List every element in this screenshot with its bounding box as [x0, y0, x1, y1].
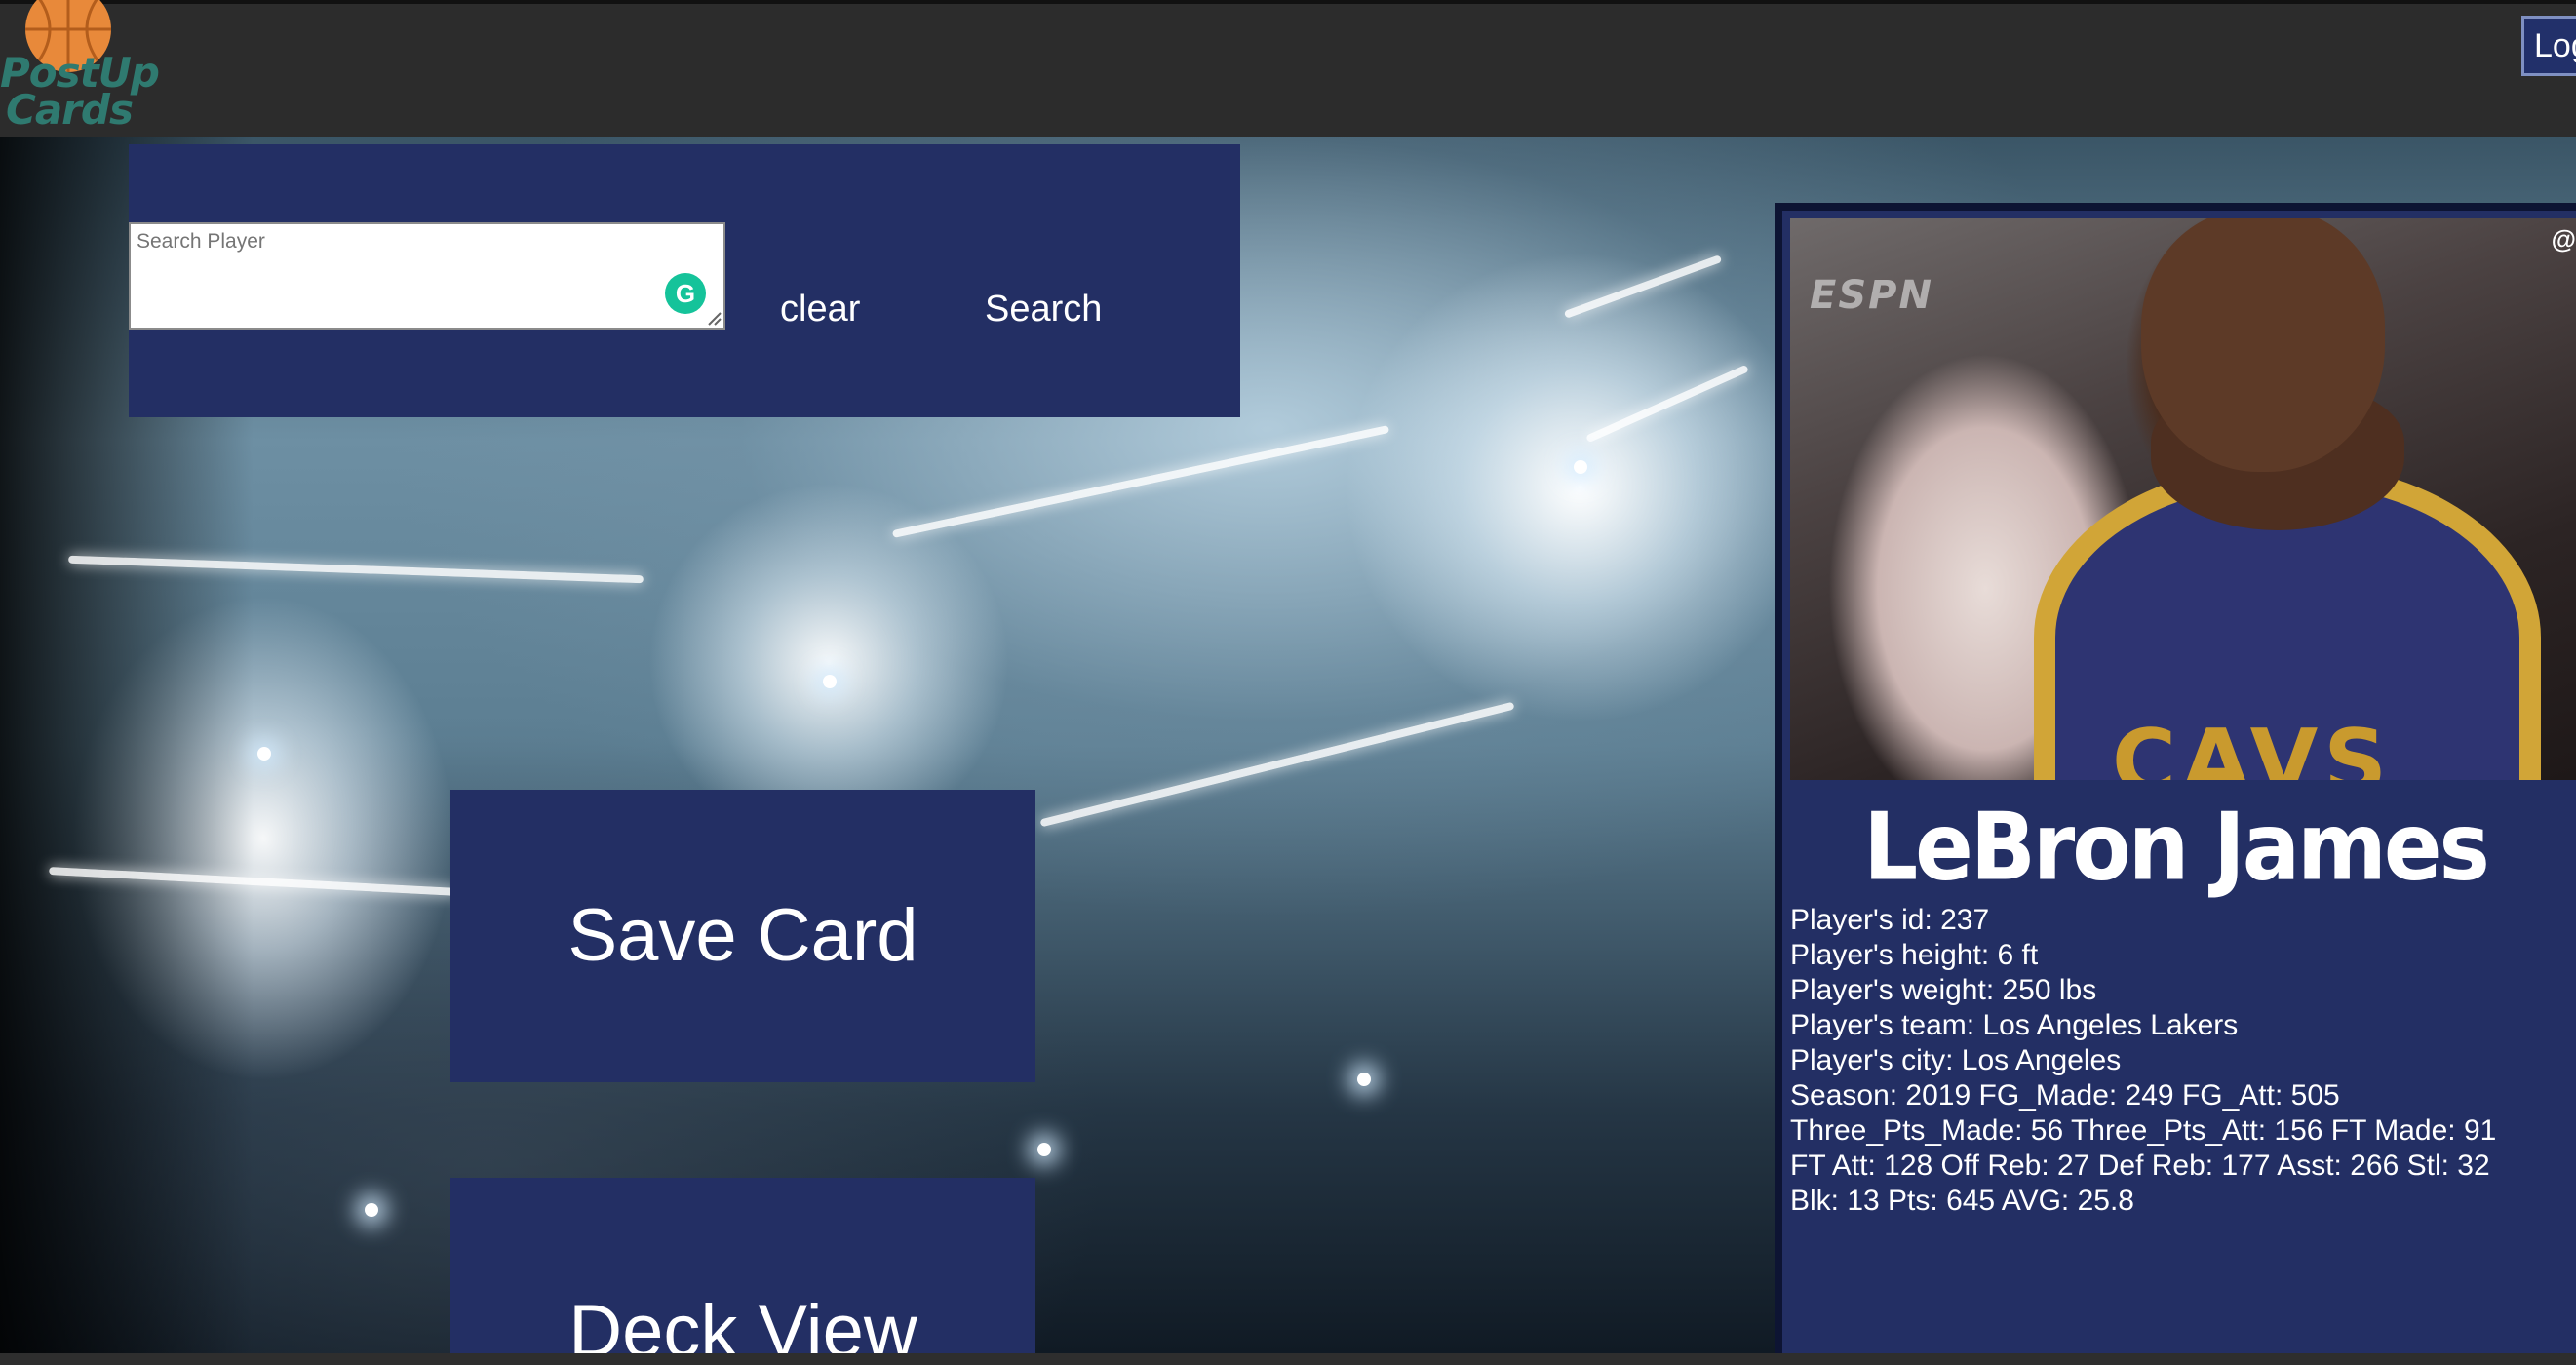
photo-head: [2141, 218, 2385, 472]
stat-line: Player's team: Los Angeles Lakers: [1790, 1009, 2239, 1041]
stat-line: Player's id: 237: [1790, 904, 1990, 936]
player-photo: CAVS ESPN @: [1790, 218, 2576, 780]
photo-watermark: @: [2551, 224, 2576, 254]
light-flare: [1037, 1143, 1051, 1156]
logo-line-2: Cards: [6, 86, 134, 134]
stat-line: Player's city: Los Angeles: [1790, 1044, 2122, 1076]
light-beam: [1585, 364, 1749, 444]
stat-line: Three_Pts_Made: 56 Three_Pts_Att: 156 FT…: [1790, 1114, 2497, 1147]
light-beam: [891, 425, 1390, 538]
save-card-button[interactable]: Save Card: [450, 790, 1035, 1082]
light-flare: [365, 1203, 378, 1217]
stat-line: Player's weight: 250 lbs: [1790, 974, 2097, 1006]
photo-jersey-lettering: CAVS: [2112, 711, 2394, 780]
login-button[interactable]: Log: [2521, 16, 2576, 76]
light-beam: [1039, 701, 1515, 828]
player-card: CAVS ESPN @ LeBron James Player's id: 23…: [1775, 203, 2576, 1365]
top-nav-bar: PostUp Cards Log: [0, 0, 2576, 136]
window-bottom-edge: [0, 1353, 2576, 1365]
light-flare: [1357, 1072, 1371, 1086]
stat-line: FT Att: 128 Off Reb: 27 Def Reb: 177 Ass…: [1790, 1150, 2490, 1182]
logo-wordmark: PostUp Cards: [0, 53, 160, 134]
search-panel: G clear Search: [129, 144, 1240, 417]
clear-button[interactable]: clear: [780, 289, 860, 331]
stat-line: Player's height: 6 ft: [1790, 939, 2039, 971]
player-stats: Player's id: 237 Player's height: 6 ft P…: [1790, 903, 2576, 1219]
search-player-input[interactable]: [129, 222, 725, 330]
stat-line: Season: 2019 FG_Made: 249 FG_Att: 505: [1790, 1079, 2340, 1112]
search-button[interactable]: Search: [985, 289, 1102, 331]
grammarly-icon[interactable]: G: [665, 273, 706, 314]
light-flare: [823, 675, 837, 688]
player-name: LeBron James: [1863, 792, 2490, 902]
light-flare: [257, 747, 271, 760]
light-flare: [1574, 460, 1587, 474]
stat-line: Blk: 13 Pts: 645 AVG: 25.8: [1790, 1185, 2134, 1217]
deck-view-button[interactable]: Deck View: [450, 1178, 1035, 1365]
resize-grip-icon[interactable]: [704, 308, 722, 326]
postup-cards-logo[interactable]: PostUp Cards: [0, 0, 166, 140]
photo-broadcast-logo: ESPN: [1810, 273, 1933, 318]
light-beam: [1563, 254, 1723, 319]
